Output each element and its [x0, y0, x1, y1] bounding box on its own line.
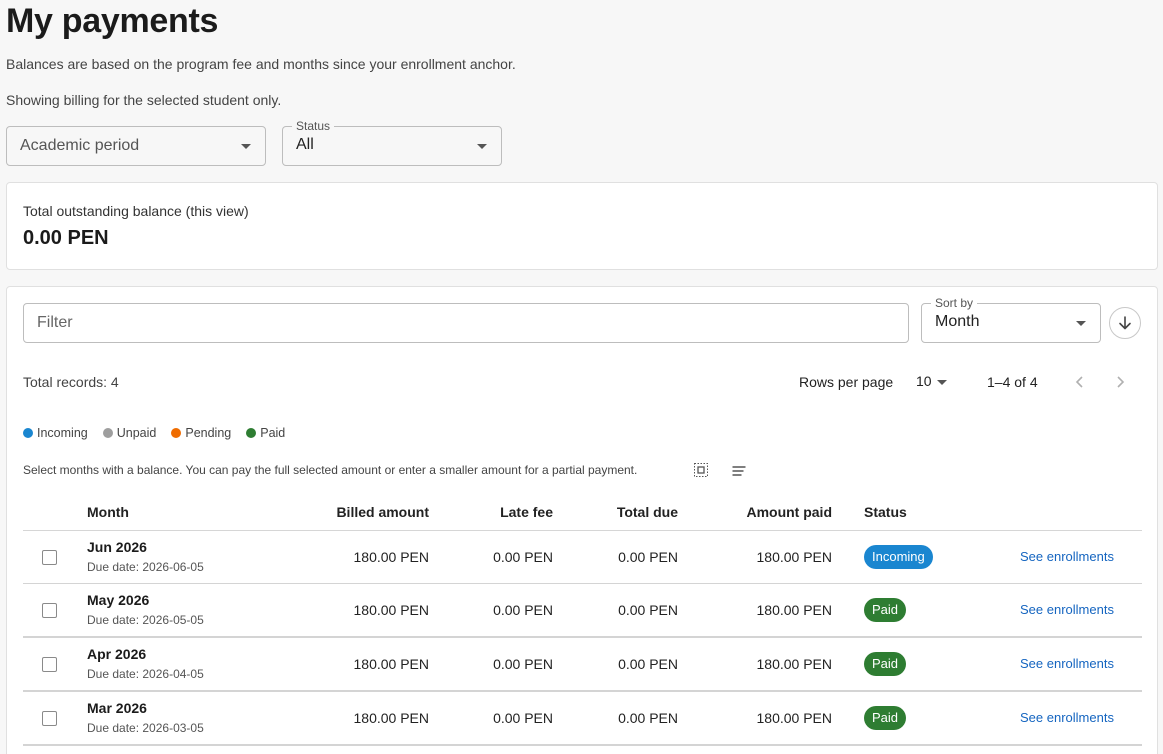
row-late-fee: 0.00 PEN	[493, 656, 553, 672]
records-card: Sort by Month Total records: 4 Rows per …	[6, 286, 1158, 754]
unpaid-dot-icon	[102, 428, 113, 438]
paid-dot-icon	[246, 428, 257, 438]
payments-table: Month Billed amount Late fee Total due A…	[23, 495, 1142, 746]
row-amount-paid: 180.00 PEN	[756, 602, 833, 618]
row-billed-amount: 180.00 PEN	[353, 549, 430, 565]
row-checkbox[interactable]	[42, 711, 57, 726]
status-badge: Incoming	[864, 545, 933, 569]
row-amount-paid: 180.00 PEN	[756, 656, 833, 672]
legend-label: Unpaid	[116, 426, 157, 440]
row-billed-amount: 180.00 PEN	[353, 656, 430, 672]
row-due-date: Due date: 2026-06-05	[87, 560, 204, 574]
sort-by-select[interactable]: Sort by Month	[921, 296, 1101, 343]
row-month: May 2026	[87, 592, 150, 608]
legend-item-incoming: Incoming	[23, 426, 88, 440]
pagination-range: 1–4 of 4	[987, 374, 1038, 390]
status-select[interactable]: Status All	[282, 119, 502, 166]
previous-page-button[interactable]	[1069, 371, 1091, 393]
rows-per-page-label: Rows per page	[799, 374, 894, 390]
status-legend: Incoming Unpaid Pending Paid	[23, 426, 285, 440]
table-row: Apr 2026 Due date: 2026-04-05 180.00 PEN…	[23, 638, 1142, 692]
chevron-down-icon	[241, 144, 251, 149]
status-badge: Paid	[864, 652, 907, 676]
header-amount-paid[interactable]: Amount paid	[746, 504, 832, 520]
table-row: May 2026 Due date: 2026-05-05 180.00 PEN…	[23, 584, 1142, 638]
incoming-dot-icon	[23, 428, 33, 438]
row-billed-amount: 180.00 PEN	[353, 602, 430, 618]
see-enrollments-link[interactable]: See enrollments	[1020, 656, 1114, 671]
academic-period-select[interactable]: Academic period	[6, 126, 266, 166]
row-total-due: 0.00 PEN	[618, 656, 678, 672]
next-page-button[interactable]	[1109, 371, 1131, 393]
legend-item-pending: Pending	[171, 426, 231, 440]
row-month: Jun 2026	[87, 539, 147, 555]
legend-item-paid: Paid	[246, 426, 285, 440]
chevron-down-icon[interactable]	[937, 380, 947, 385]
columns-icon[interactable]	[731, 463, 747, 479]
see-enrollments-link[interactable]: See enrollments	[1020, 549, 1114, 564]
row-month: Mar 2026	[87, 700, 147, 716]
status-select-value: All	[296, 136, 314, 153]
row-checkbox[interactable]	[42, 657, 57, 672]
balance-card: Total outstanding balance (this view) 0.…	[6, 182, 1158, 270]
selection-hint: Select months with a balance. You can pa…	[23, 463, 638, 477]
see-enrollments-link[interactable]: See enrollments	[1020, 710, 1114, 725]
row-total-due: 0.00 PEN	[618, 602, 678, 618]
density-icon[interactable]	[693, 462, 709, 478]
row-checkbox[interactable]	[42, 603, 57, 618]
status-select-label: Status	[292, 119, 335, 133]
page-note: Showing billing for the selected student…	[6, 92, 282, 108]
chevron-right-icon	[1117, 376, 1125, 388]
chevron-down-icon	[477, 144, 487, 149]
status-badge: Paid	[864, 706, 907, 730]
row-due-date: Due date: 2026-04-05	[87, 667, 204, 681]
balance-label: Total outstanding balance (this view)	[23, 203, 249, 219]
row-late-fee: 0.00 PEN	[493, 549, 553, 565]
academic-period-placeholder: Academic period	[20, 137, 140, 154]
pending-dot-icon	[171, 428, 182, 438]
status-badge: Paid	[864, 598, 907, 622]
row-late-fee: 0.00 PEN	[493, 710, 553, 726]
row-due-date: Due date: 2026-03-05	[87, 721, 204, 735]
filter-input[interactable]	[23, 303, 909, 343]
total-records: Total records: 4	[23, 374, 119, 390]
row-late-fee: 0.00 PEN	[493, 602, 553, 618]
row-due-date: Due date: 2026-05-05	[87, 613, 204, 627]
table-row: Jun 2026 Due date: 2026-06-05 180.00 PEN…	[23, 531, 1142, 584]
row-amount-paid: 180.00 PEN	[756, 710, 833, 726]
row-amount-paid: 180.00 PEN	[756, 549, 833, 565]
row-checkbox[interactable]	[42, 550, 57, 565]
page-title: My payments	[6, 2, 219, 40]
sort-direction-button[interactable]	[1109, 307, 1141, 339]
arrow-down-icon	[1119, 316, 1131, 330]
header-status[interactable]: Status	[864, 504, 907, 520]
see-enrollments-link[interactable]: See enrollments	[1020, 602, 1114, 617]
row-billed-amount: 180.00 PEN	[353, 710, 430, 726]
row-total-due: 0.00 PEN	[618, 710, 678, 726]
legend-item-unpaid: Unpaid	[102, 426, 157, 440]
chevron-down-icon	[1076, 321, 1086, 326]
page-subtitle: Balances are based on the program fee an…	[6, 56, 516, 72]
balance-amount: 0.00 PEN	[23, 227, 109, 249]
header-late-fee[interactable]: Late fee	[500, 504, 553, 520]
table-header: Month Billed amount Late fee Total due A…	[23, 495, 1142, 531]
legend-label: Pending	[185, 426, 232, 440]
legend-label: Incoming	[37, 426, 88, 440]
table-row: Mar 2026 Due date: 2026-03-05 180.00 PEN…	[23, 692, 1142, 746]
rows-per-page-select[interactable]: 10	[916, 373, 932, 389]
row-total-due: 0.00 PEN	[618, 549, 678, 565]
row-month: Apr 2026	[87, 646, 147, 662]
chevron-left-icon	[1075, 376, 1083, 388]
header-total-due[interactable]: Total due	[617, 504, 678, 520]
header-billed-amount[interactable]: Billed amount	[336, 504, 429, 520]
header-month[interactable]: Month	[87, 504, 129, 520]
sort-by-label: Sort by	[931, 296, 978, 310]
sort-by-value: Month	[935, 313, 980, 330]
legend-label: Paid	[260, 426, 286, 440]
